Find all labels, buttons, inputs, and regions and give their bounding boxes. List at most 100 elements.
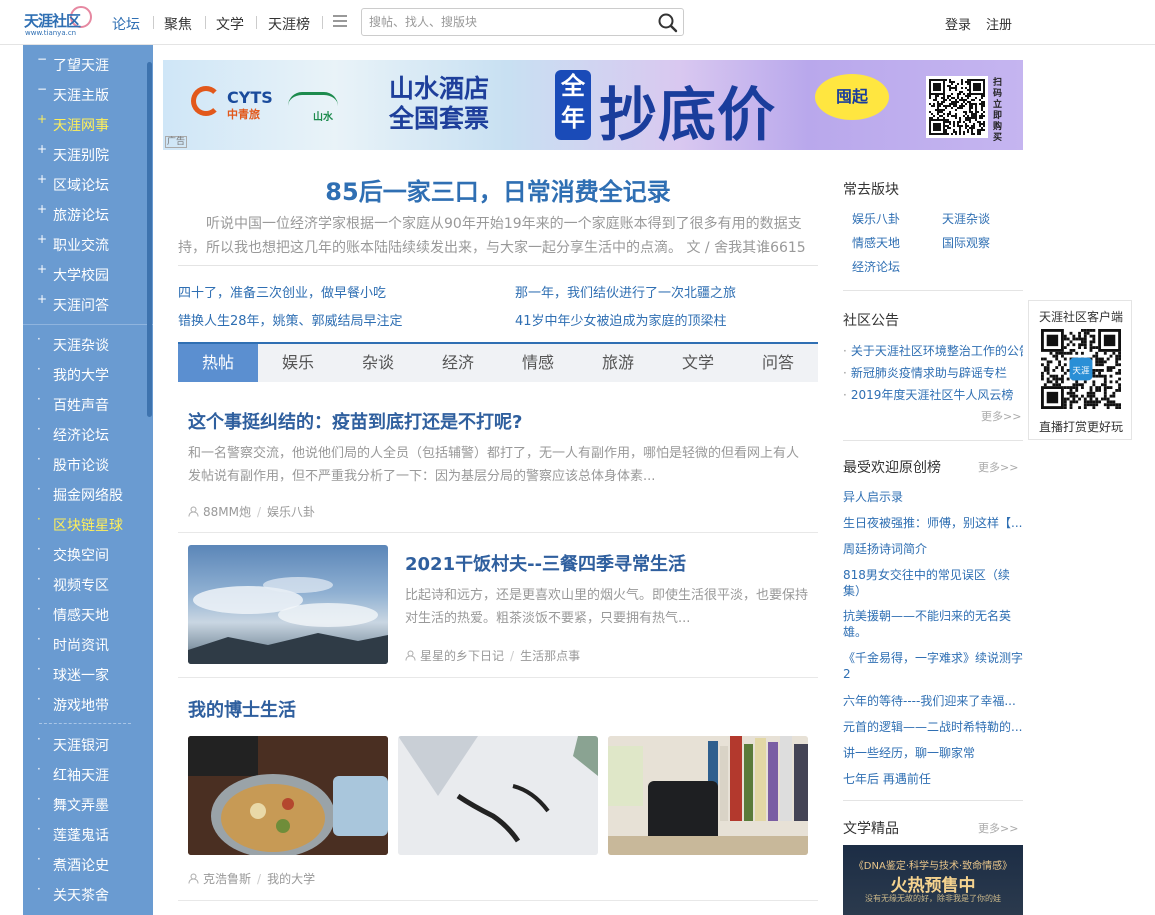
sidebar-item[interactable]: + 职业交流 (23, 229, 153, 259)
app-qr-code: 天涯 (1041, 329, 1121, 409)
search-icon[interactable] (657, 12, 679, 34)
sidebar-item[interactable]: · 区块链星球 (23, 509, 153, 539)
nav-forum[interactable]: 论坛 (112, 14, 140, 34)
sidebar-item[interactable]: · 红袖天涯 (23, 759, 153, 789)
sidebar-item-label: 百姓声音 (53, 398, 109, 414)
sidebar-item[interactable]: · 股市论谈 (23, 449, 153, 479)
tab-entertainment[interactable]: 娱乐 (258, 344, 338, 382)
bullet-icon: · (37, 482, 41, 496)
sidebar-item[interactable]: · 视频专区 (23, 569, 153, 599)
frequent-board-link[interactable]: 经济论坛 (852, 259, 900, 275)
search-input[interactable] (369, 13, 649, 31)
sidebar-item[interactable]: · 舞文弄墨 (23, 789, 153, 819)
tab-economy[interactable]: 经济 (418, 344, 498, 382)
tab-hot[interactable]: 热帖 (178, 344, 258, 382)
sidebar-item[interactable]: · 百姓声音 (23, 389, 153, 419)
post-author[interactable]: 88MM炮 (203, 505, 251, 519)
menu-icon[interactable] (333, 15, 347, 27)
post-image[interactable] (608, 736, 808, 855)
post-board[interactable]: 我的大学 (267, 872, 315, 886)
rank-item[interactable]: 元首的逻辑——二战时希特勒的... (843, 719, 1023, 735)
top-bar: 天涯社区 www.tianya.cn 论坛 聚焦 文学 天涯榜 登录 注册 (0, 0, 1155, 45)
site-logo[interactable]: 天涯社区 www.tianya.cn (24, 6, 94, 40)
tab-qa[interactable]: 问答 (738, 344, 818, 382)
rank-item[interactable]: 抗美援朝——不能归来的无名英雄。 (843, 608, 1023, 640)
rank-item[interactable]: 818男女交往中的常见误区（续集） (843, 567, 1023, 599)
post-thumbnail[interactable] (188, 545, 388, 664)
post-title[interactable]: 2021干饭村夫--三餐四季寻常生活 (405, 550, 686, 576)
meta-separator: / (257, 872, 262, 886)
sidebar-scrollbar[interactable] (147, 62, 152, 417)
literature-more-link[interactable]: 更多>> (978, 820, 1018, 836)
register-link[interactable]: 注册 (986, 14, 1012, 33)
nav-rankings[interactable]: 天涯榜 (268, 14, 310, 34)
login-link[interactable]: 登录 (945, 14, 971, 33)
rank-item[interactable]: 六年的等待----我们迎来了幸福... (843, 693, 1023, 709)
sidebar-item[interactable]: · 莲蓬鬼话 (23, 819, 153, 849)
frequent-board-link[interactable]: 情感天地 (852, 235, 900, 251)
rank-item[interactable]: 七年后 再遇前任 (843, 771, 1023, 787)
frequent-board-link[interactable]: 天涯杂谈 (942, 211, 990, 227)
ad-hotel-text: 山水酒店 全国套票 (389, 74, 490, 133)
notice-link[interactable]: 新冠肺炎疫情求助与辟谣专栏 (843, 364, 1023, 381)
rank-item[interactable]: 异人启示录 (843, 489, 1023, 505)
ad-banner[interactable]: CYTS 中青旅 山水 山水酒店 全国套票 全年 抄底价 囤起 扫码立即购买 广… (163, 60, 1023, 150)
sidebar-item[interactable]: · 游戏地带 (23, 689, 153, 719)
tab-literature[interactable]: 文学 (658, 344, 738, 382)
notice-link[interactable]: 2019年度天涯社区牛人风云榜 (843, 386, 1023, 403)
bullet-icon: · (37, 632, 41, 646)
notice-more-link[interactable]: 更多>> (981, 408, 1021, 424)
tab-emotion[interactable]: 情感 (498, 344, 578, 382)
featured-link[interactable]: 四十了，准备三次创业，做早餐小吃 (178, 282, 386, 301)
featured-link[interactable]: 错换人生28年，姚策、郭威结局早注定 (178, 310, 403, 329)
collapse-icon: − (37, 52, 48, 66)
rank-more-link[interactable]: 更多>> (978, 459, 1018, 475)
rank-item[interactable]: 生日夜被强推：师傅，别这样【... (843, 515, 1023, 531)
post-title[interactable]: 这个事挺纠结的：疫苗到底打还是不打呢? (188, 408, 522, 434)
sidebar-item[interactable]: · 天涯杂谈 (23, 329, 153, 359)
rank-item[interactable]: 讲一些经历，聊一聊家常 (843, 745, 1023, 761)
sidebar-item[interactable]: + 区域论坛 (23, 169, 153, 199)
post-author[interactable]: 星星的乡下日记 (420, 649, 504, 663)
featured-link[interactable]: 41岁中年少女被迫成为家庭的顶梁柱 (515, 310, 727, 329)
post-board[interactable]: 生活那点事 (520, 649, 580, 663)
post-author[interactable]: 克浩鲁斯 (203, 872, 251, 886)
sidebar-item[interactable]: · 时尚资讯 (23, 629, 153, 659)
sidebar-item[interactable]: + 大学校园 (23, 259, 153, 289)
frequent-board-link[interactable]: 娱乐八卦 (852, 211, 900, 227)
post-image[interactable] (188, 736, 388, 855)
app-download-box[interactable]: 天涯社区客户端 天涯 直播打赏更好玩 (1028, 300, 1132, 440)
sidebar-item[interactable]: · 掘金网络股 (23, 479, 153, 509)
tab-misc[interactable]: 杂谈 (338, 344, 418, 382)
rank-item[interactable]: 周廷扬诗词简介 (843, 541, 1023, 557)
sidebar-item[interactable]: · 关天茶舍 (23, 879, 153, 909)
sidebar-item-label: 掘金网络股 (53, 488, 123, 504)
nav-focus[interactable]: 聚焦 (164, 14, 192, 34)
sidebar-item[interactable]: · 球迷一家 (23, 659, 153, 689)
sidebar-item[interactable]: · 天涯银河 (23, 729, 153, 759)
nav-literature[interactable]: 文学 (216, 14, 244, 34)
sidebar-item[interactable]: · 我的大学 (23, 359, 153, 389)
meta-separator: / (256, 505, 262, 519)
literature-banner[interactable]: 《DNA鉴定·科学与技术·致命情感》 火热预售中 没有无缘无故的好，除非我是了你… (843, 845, 1023, 915)
featured-link[interactable]: 那一年，我们结伙进行了一次北疆之旅 (515, 282, 736, 301)
tab-travel[interactable]: 旅游 (578, 344, 658, 382)
post-board[interactable]: 娱乐八卦 (267, 505, 315, 519)
sidebar-item[interactable]: · 情感天地 (23, 599, 153, 629)
featured-title[interactable]: 85后一家三口，日常消费全记录 (178, 172, 818, 207)
divider (178, 677, 818, 678)
post-title[interactable]: 我的博士生活 (188, 696, 296, 722)
sidebar-item[interactable]: · 经济论坛 (23, 419, 153, 449)
sidebar-item[interactable]: · 煮酒论史 (23, 849, 153, 879)
sidebar-item[interactable]: · 交换空间 (23, 539, 153, 569)
sidebar-item[interactable]: − 了望天涯 (23, 49, 153, 79)
rank-item[interactable]: 《千金易得，一字难求》续说测字2 (843, 650, 1023, 682)
sidebar-item[interactable]: − 天涯主版 (23, 79, 153, 109)
frequent-board-link[interactable]: 国际观察 (942, 235, 990, 251)
sidebar-item[interactable]: + 天涯别院 (23, 139, 153, 169)
sidebar-item[interactable]: + 天涯网事 (23, 109, 153, 139)
notice-link[interactable]: 关于天涯社区环境整治工作的公告 (843, 342, 1023, 359)
post-image[interactable] (398, 736, 598, 855)
sidebar-item[interactable]: + 旅游论坛 (23, 199, 153, 229)
sidebar-item[interactable]: + 天涯问答 (23, 289, 153, 319)
